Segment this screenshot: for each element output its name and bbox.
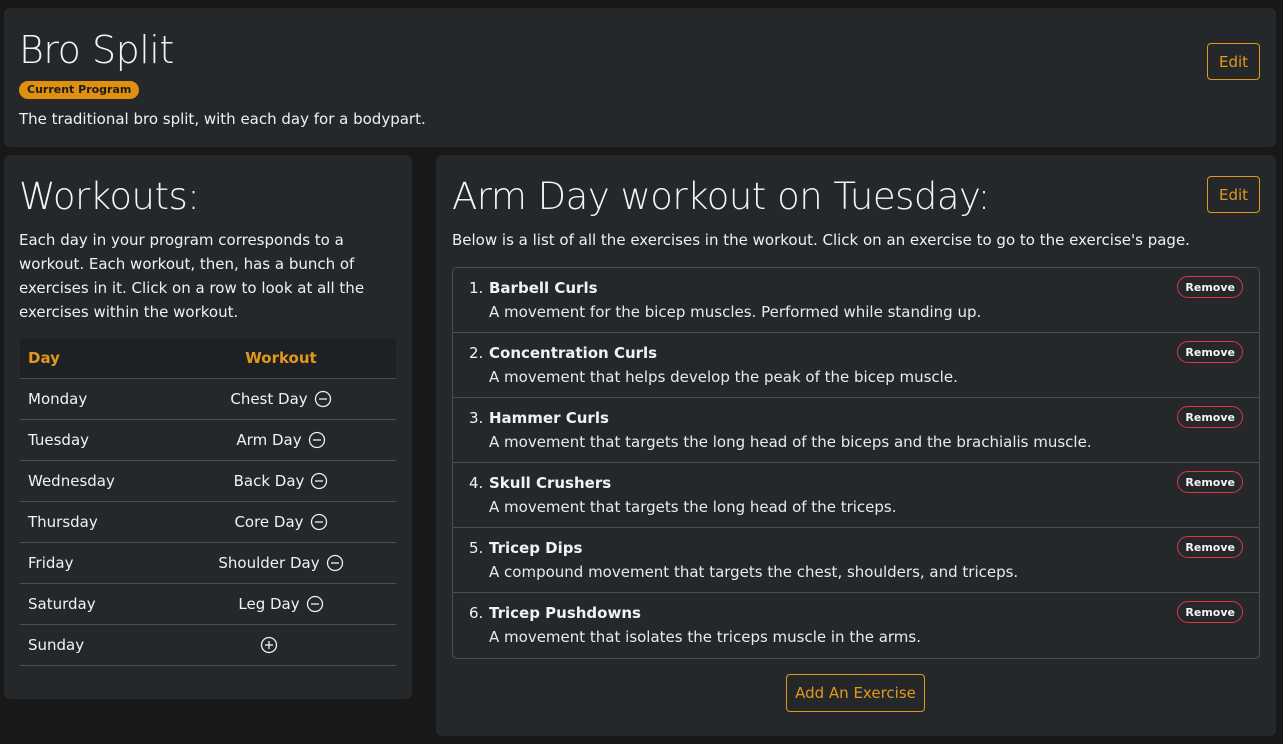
- workout-detail-description: Below is a list of all the exercises in …: [452, 231, 1190, 249]
- workout-row-day: Wednesday: [28, 472, 115, 490]
- workout-row-workout: Chest Day: [190, 390, 396, 408]
- minus-circle-icon[interactable]: [306, 595, 324, 613]
- workout-row-workout: Leg Day: [190, 595, 396, 613]
- workout-row-day: Saturday: [28, 595, 96, 613]
- exercise-list-item[interactable]: 3. Hammer Curls A movement that targets th…: [453, 398, 1259, 463]
- workouts-table: Day Workout Monday Chest Day Tuesday Arm Da…: [20, 338, 396, 666]
- exercise-name: Hammer Curls: [489, 409, 609, 427]
- program-header-panel: Bro Split Current Program The traditiona…: [4, 8, 1276, 147]
- remove-exercise-button[interactable]: Remove: [1177, 601, 1243, 623]
- workout-name: Shoulder Day: [218, 554, 320, 572]
- exercise-description: A movement that targets the long head of…: [489, 433, 1092, 451]
- exercise-number: 2.: [469, 344, 484, 362]
- workout-row-day: Friday: [28, 554, 74, 572]
- program-description: The traditional bro split, with each day…: [19, 110, 426, 128]
- workout-row-day: Tuesday: [28, 431, 90, 449]
- workout-row-monday[interactable]: Monday Chest Day: [20, 379, 396, 420]
- workout-row-workout: [190, 636, 396, 654]
- minus-circle-icon[interactable]: [310, 472, 328, 490]
- exercise-list-item[interactable]: 4. Skull Crushers A movement that targets …: [453, 463, 1259, 528]
- program-title: Bro Split: [19, 28, 174, 72]
- workout-row-day: Thursday: [28, 513, 98, 531]
- workout-name: Back Day: [233, 472, 305, 490]
- workout-row-saturday[interactable]: Saturday Leg Day: [20, 584, 396, 625]
- workout-row-day: Monday: [28, 390, 88, 408]
- remove-exercise-button[interactable]: Remove: [1177, 536, 1243, 558]
- exercise-number: 4.: [469, 474, 484, 492]
- exercise-number: 5.: [469, 539, 484, 557]
- workout-row-workout: Back Day: [190, 472, 396, 490]
- workouts-table-header: Day Workout: [20, 338, 396, 379]
- minus-circle-icon[interactable]: [326, 554, 344, 572]
- exercise-number: 1.: [469, 279, 484, 297]
- current-program-badge: Current Program: [19, 81, 140, 99]
- exercise-list-item[interactable]: 6. Tricep Pushdowns A movement that isolat…: [453, 593, 1259, 658]
- minus-circle-icon[interactable]: [314, 390, 332, 408]
- exercise-description: A movement for the bicep muscles. Perfor…: [489, 303, 982, 321]
- remove-exercise-button[interactable]: Remove: [1177, 406, 1243, 428]
- exercise-list: 1. Barbell Curls A movement for the bicep …: [452, 267, 1260, 659]
- minus-circle-icon[interactable]: [310, 513, 328, 531]
- workout-detail-title: Arm Day workout on Tuesday:: [452, 175, 990, 218]
- workout-row-thursday[interactable]: Thursday Core Day: [20, 502, 396, 543]
- workout-name: Chest Day: [230, 390, 308, 408]
- exercise-description: A movement that isolates the triceps mus…: [489, 628, 922, 646]
- exercise-name: Concentration Curls: [489, 344, 658, 362]
- workout-detail-panel: Arm Day workout on Tuesday: Edit Below i…: [436, 155, 1276, 736]
- remove-exercise-button[interactable]: Remove: [1177, 276, 1243, 298]
- add-exercise-button[interactable]: Add An Exercise: [786, 674, 925, 712]
- exercise-name: Tricep Dips: [489, 539, 583, 557]
- workout-row-workout: Core Day: [190, 513, 396, 531]
- workout-row-workout: Arm Day: [190, 431, 396, 449]
- workout-row-wednesday[interactable]: Wednesday Back Day: [20, 461, 396, 502]
- edit-workout-button[interactable]: Edit: [1207, 176, 1260, 213]
- plus-circle-icon[interactable]: [260, 636, 278, 654]
- exercise-number: 3.: [469, 409, 484, 427]
- workout-row-friday[interactable]: Friday Shoulder Day: [20, 543, 396, 584]
- exercise-description: A movement that targets the long head of…: [489, 498, 897, 516]
- workout-name: Arm Day: [236, 431, 302, 449]
- column-header-workout: Workout: [245, 349, 317, 367]
- workout-row-sunday[interactable]: Sunday: [20, 625, 396, 666]
- workout-row-day: Sunday: [28, 636, 85, 654]
- edit-program-button[interactable]: Edit: [1207, 43, 1260, 80]
- workout-name: Core Day: [234, 513, 304, 531]
- workouts-panel: Workouts: Each day in your program corre…: [4, 155, 412, 699]
- exercise-description: A compound movement that targets the che…: [489, 563, 1019, 581]
- exercise-list-item[interactable]: 1. Barbell Curls A movement for the bicep …: [453, 268, 1259, 333]
- workout-row-tuesday[interactable]: Tuesday Arm Day: [20, 420, 396, 461]
- workout-name: Leg Day: [238, 595, 300, 613]
- remove-exercise-button[interactable]: Remove: [1177, 341, 1243, 363]
- exercise-number: 6.: [469, 604, 484, 622]
- exercise-name: Skull Crushers: [489, 474, 612, 492]
- minus-circle-icon[interactable]: [308, 431, 326, 449]
- column-header-day: Day: [28, 349, 60, 367]
- workout-row-workout: Shoulder Day: [190, 554, 396, 572]
- exercise-name: Barbell Curls: [489, 279, 598, 297]
- workouts-title: Workouts:: [19, 175, 200, 218]
- exercise-list-item[interactable]: 5. Tricep Dips A compound movement that ta…: [453, 528, 1259, 593]
- exercise-list-item[interactable]: 2. Concentration Curls A movement that hel…: [453, 333, 1259, 398]
- workouts-description: Each day in your program corresponds to …: [19, 231, 365, 321]
- exercise-description: A movement that helps develop the peak o…: [489, 368, 958, 386]
- exercise-name: Tricep Pushdowns: [489, 604, 641, 622]
- remove-exercise-button[interactable]: Remove: [1177, 471, 1243, 493]
